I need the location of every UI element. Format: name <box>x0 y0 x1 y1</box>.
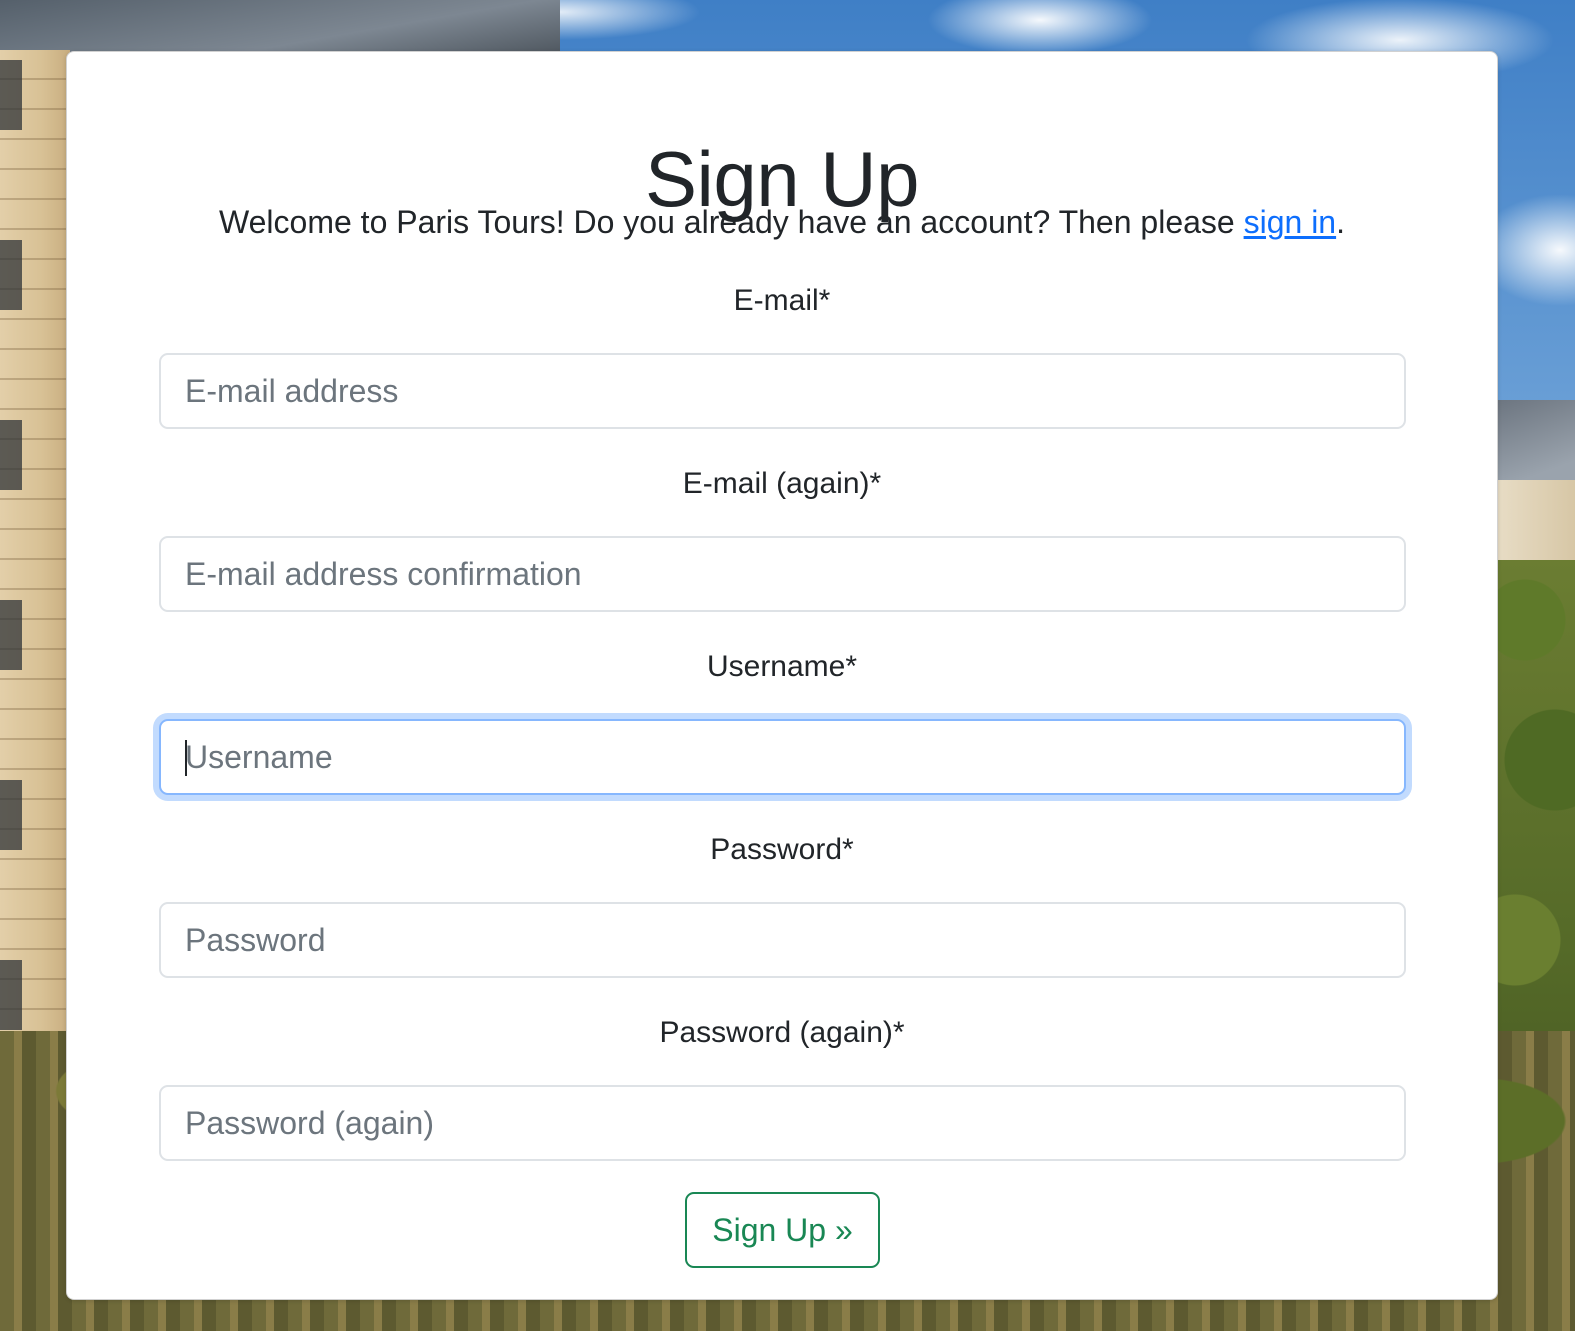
email-confirm-label: E-mail (again)* <box>682 467 882 500</box>
intro-text-after: . <box>1336 204 1345 240</box>
password-label: Password* <box>710 833 854 866</box>
text-caret <box>185 740 187 776</box>
password-confirm-field[interactable] <box>159 1085 1406 1161</box>
sign-up-button[interactable]: Sign Up » <box>685 1192 880 1268</box>
intro-text-before: Welcome to Paris Tours! Do you already h… <box>219 204 1244 240</box>
sign-in-link[interactable]: sign in <box>1244 204 1337 240</box>
email-field[interactable] <box>159 353 1406 429</box>
building-windows-left <box>0 60 22 1060</box>
email-label: E-mail* <box>733 284 831 317</box>
username-field[interactable] <box>159 719 1406 795</box>
intro-text: Welcome to Paris Tours! Do you already h… <box>67 204 1497 240</box>
password-confirm-label: Password (again)* <box>659 1016 905 1049</box>
signup-card: Sign Up Welcome to Paris Tours! Do you a… <box>66 51 1498 1300</box>
password-field[interactable] <box>159 902 1406 978</box>
username-label: Username* <box>706 650 858 683</box>
email-confirm-field[interactable] <box>159 536 1406 612</box>
